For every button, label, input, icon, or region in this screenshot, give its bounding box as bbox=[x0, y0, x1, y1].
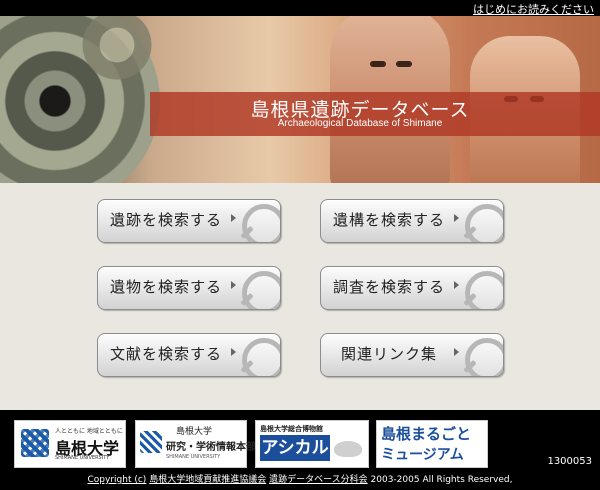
ashikaru-museum-logo-link[interactable]: 島根大学総合博物館 アシカル bbox=[255, 420, 369, 468]
arrow-right-icon bbox=[454, 348, 459, 356]
arrow-right-icon bbox=[454, 281, 459, 289]
access-counter: 1300053 bbox=[547, 456, 592, 467]
search-artifacts-button[interactable]: 遺物を検索する bbox=[97, 266, 281, 310]
logo-line3: SHIMANE UNIVERSITY bbox=[166, 454, 221, 460]
search-menu: 遺跡を検索する 遺構を検索する 遺物を検索する 調査を検索する 文献を検索する … bbox=[0, 183, 600, 410]
shimane-university-emblem-overlay bbox=[21, 429, 49, 457]
button-label: 遺跡を検索する bbox=[110, 211, 223, 229]
copyright-link[interactable]: Copyright (c) bbox=[88, 475, 147, 485]
research-info-headquarters-logo-link[interactable]: 島根大学 研究・学術情報本部 SHIMANE UNIVERSITY bbox=[135, 420, 256, 468]
arrow-right-icon bbox=[231, 348, 236, 356]
read-first-link[interactable]: はじめにお読みください bbox=[473, 1, 594, 17]
top-bar: はじめにお読みください bbox=[0, 0, 600, 16]
search-sites-button[interactable]: 遺跡を検索する bbox=[97, 199, 281, 243]
page-subtitle: Archaeological Database of Shimane bbox=[277, 118, 443, 129]
logo-line1: 島根大学 bbox=[176, 427, 213, 437]
arrow-right-icon bbox=[231, 281, 236, 289]
magnifier-icon bbox=[242, 204, 280, 242]
magnifier-icon bbox=[242, 338, 280, 376]
logo-english: SHIMANE UNIVERSITY bbox=[55, 455, 110, 461]
logo-line2: 研究・学術情報本部 bbox=[166, 442, 256, 453]
shimane-university-logo-link[interactable]: 人とともに 地域とともに 島根大学 SHIMANE UNIVERSITY bbox=[14, 420, 126, 468]
sea-lion-icon bbox=[334, 441, 362, 457]
logo-line2: ミュージアム bbox=[381, 447, 464, 463]
button-label: 調査を検索する bbox=[333, 278, 446, 296]
haniwa-eye bbox=[396, 61, 412, 67]
header-banner: 島根県遺跡データベース Archaeological Database of S… bbox=[0, 16, 600, 183]
button-label: 遺構を検索する bbox=[333, 211, 446, 229]
magnifier-icon bbox=[465, 271, 503, 309]
logo-tagline: 人とともに 地域とともに bbox=[55, 428, 123, 435]
logo-line1: 島根まるごと bbox=[381, 425, 472, 443]
search-literature-button[interactable]: 文献を検索する bbox=[97, 333, 281, 377]
arrow-right-icon bbox=[231, 214, 236, 222]
search-surveys-button[interactable]: 調査を検索する bbox=[320, 266, 504, 310]
council-link[interactable]: 島根大学地域貢献推進協議会 bbox=[149, 475, 266, 485]
magnifier-icon bbox=[465, 204, 503, 242]
button-label: 関連リンク集 bbox=[341, 345, 438, 363]
title-band: 島根県遺跡データベース Archaeological Database of S… bbox=[150, 92, 600, 136]
related-links-button[interactable]: 関連リンク集 bbox=[320, 333, 504, 377]
haniwa-eye bbox=[370, 61, 386, 67]
button-label: 文献を検索する bbox=[110, 345, 223, 363]
shimane-university-emblem-icon bbox=[140, 431, 162, 453]
footer: 人とともに 地域とともに 島根大学 SHIMANE UNIVERSITY 島根大… bbox=[0, 410, 600, 490]
shimane-marugoto-museum-logo-link[interactable]: 島根まるごと ミュージアム bbox=[376, 420, 488, 468]
search-features-button[interactable]: 遺構を検索する bbox=[320, 199, 504, 243]
logo-line1: 島根大学総合博物館 bbox=[260, 425, 323, 433]
copyright: Copyright (c) 島根大学地域貢献推進協議会 遺跡データベース分科会 … bbox=[0, 472, 600, 485]
logo-line2: アシカル bbox=[260, 435, 330, 461]
subcommittee-link[interactable]: 遺跡データベース分科会 bbox=[269, 475, 368, 485]
arrow-right-icon bbox=[454, 214, 459, 222]
magnifier-icon bbox=[242, 271, 280, 309]
copyright-years: 2003-2005 All Rights Reserved, bbox=[370, 475, 513, 485]
magnifier-icon bbox=[465, 338, 503, 376]
button-label: 遺物を検索する bbox=[110, 278, 223, 296]
